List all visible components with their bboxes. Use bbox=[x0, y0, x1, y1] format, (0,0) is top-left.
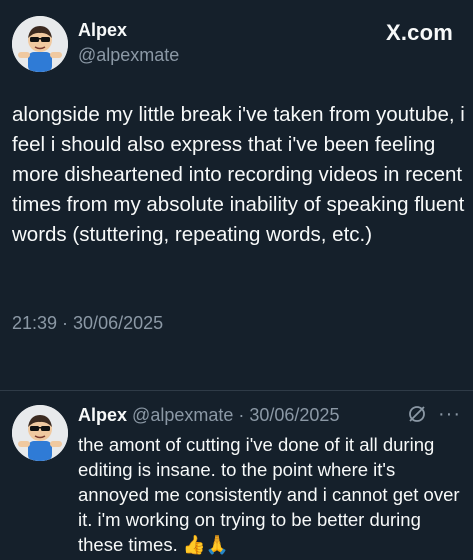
reply-actions: ··· bbox=[406, 403, 461, 425]
reply-meta[interactable]: @alpexmate · 30/06/2025 bbox=[132, 405, 339, 425]
grok-icon[interactable] bbox=[406, 403, 428, 425]
reply-tweet[interactable]: Alpex @alpexmate · 30/06/2025 ··· the am… bbox=[0, 391, 473, 560]
reply-text: the amont of cutting i've done of it all… bbox=[78, 432, 468, 558]
reply-author-name[interactable]: Alpex bbox=[78, 405, 127, 425]
author-handle[interactable]: @alpexmate bbox=[78, 45, 179, 66]
main-tweet: Alpex @alpexmate X.com alongside my litt… bbox=[0, 0, 473, 350]
emoji-thumbs-up-pray: 👍🙏 bbox=[182, 535, 229, 556]
avatar-cartoon-icon bbox=[12, 405, 68, 461]
more-dots-icon[interactable]: ··· bbox=[438, 404, 461, 424]
avatar[interactable] bbox=[12, 405, 68, 461]
author-name[interactable]: Alpex bbox=[78, 20, 127, 41]
tweet-timestamp[interactable]: 21:39 · 30/06/2025 bbox=[12, 313, 163, 334]
reply-text-body: the amont of cutting i've done of it all… bbox=[78, 434, 460, 555]
avatar-cartoon-icon bbox=[12, 16, 68, 72]
reply-header: Alpex @alpexmate · 30/06/2025 bbox=[78, 405, 339, 426]
x-com-logo: X.com bbox=[385, 20, 453, 45]
avatar[interactable] bbox=[12, 16, 68, 72]
tweet-text: alongside my little break i've taken fro… bbox=[12, 103, 465, 246]
